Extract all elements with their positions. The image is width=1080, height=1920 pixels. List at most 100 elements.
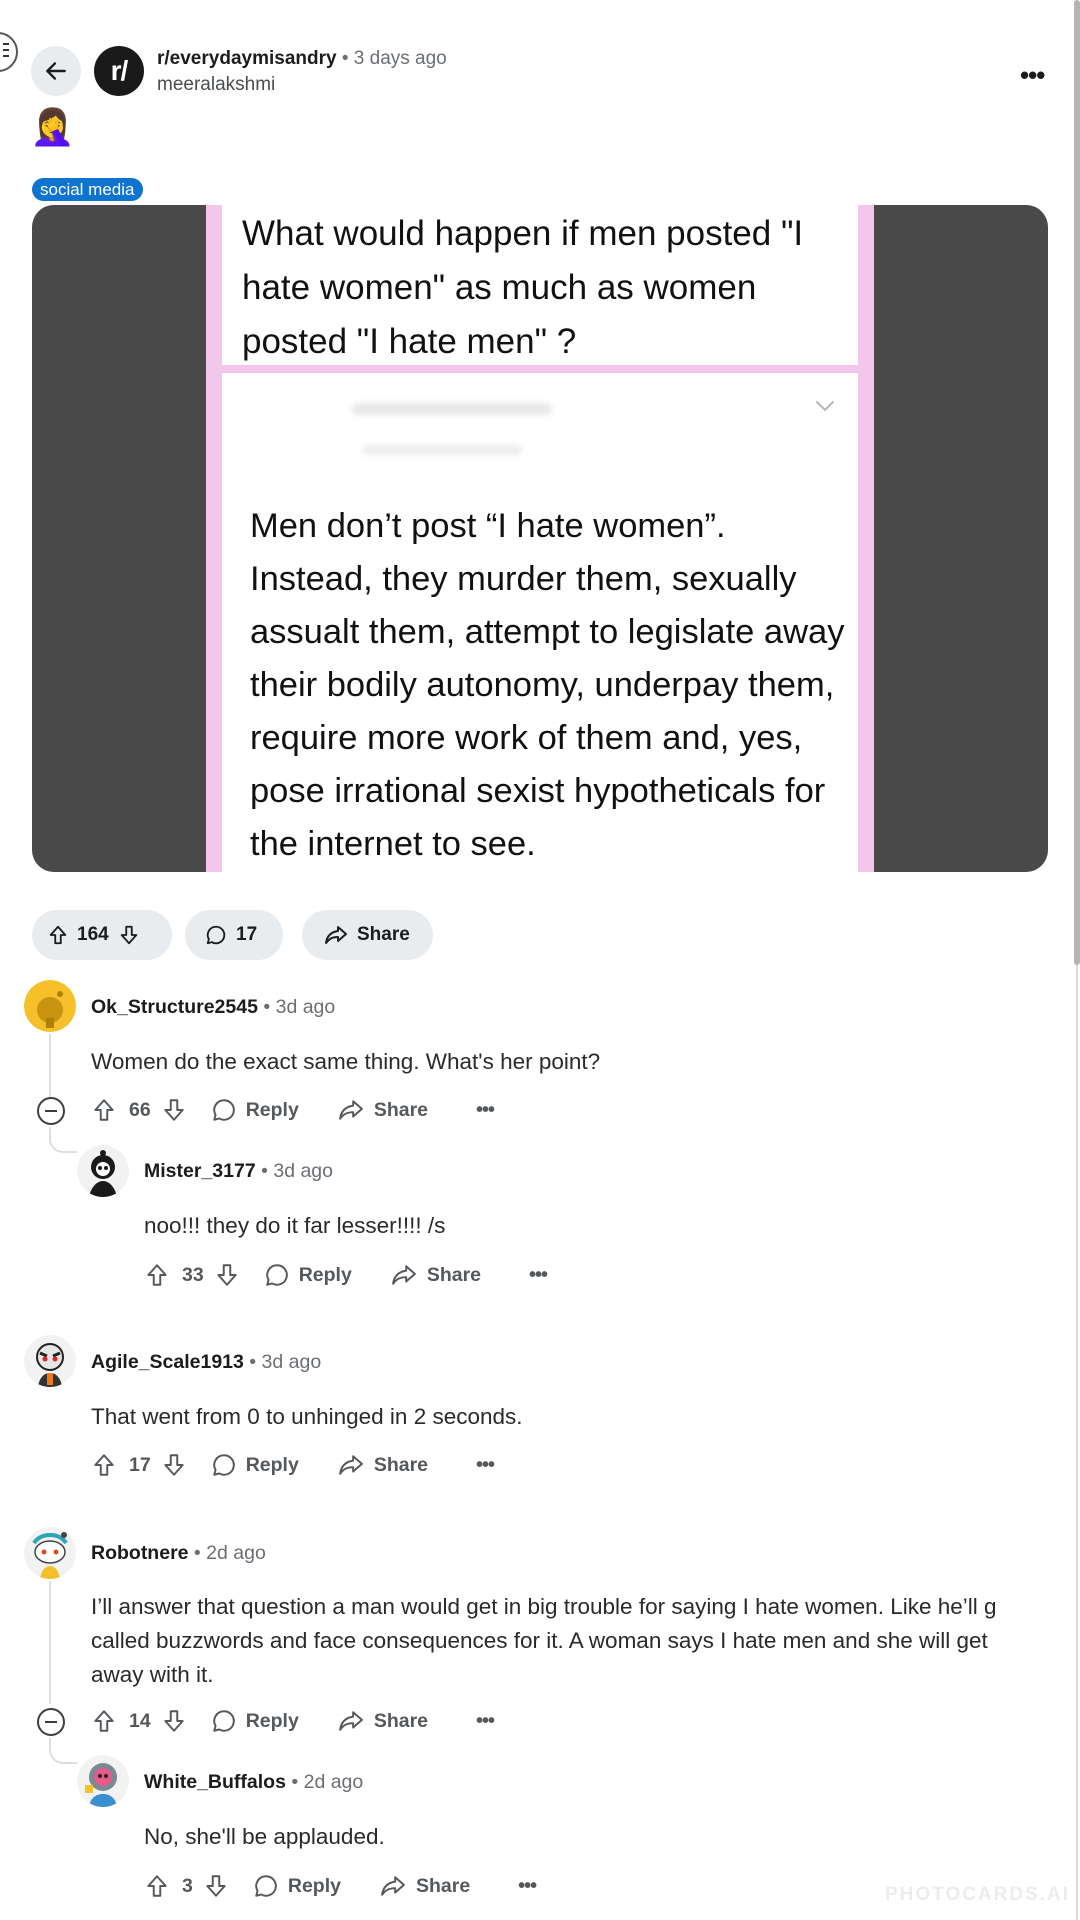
downvote-icon[interactable] — [161, 1452, 187, 1478]
blurred-subtitle — [362, 445, 522, 455]
comment-username[interactable]: Robotnere — [91, 1542, 189, 1564]
comment-username[interactable]: White_Buffalos — [144, 1771, 286, 1793]
share-button[interactable]: Share — [390, 1263, 481, 1287]
reply-label: Reply — [245, 1453, 299, 1476]
separator-dot: • — [249, 1351, 257, 1373]
upvote-icon[interactable] — [91, 1097, 117, 1123]
more-icon[interactable]: ••• — [476, 1454, 495, 1477]
scrollbar-track[interactable] — [1076, 965, 1078, 1920]
thread-branch — [49, 1127, 77, 1153]
comment-body: I’ll answer that question a man would ge… — [91, 1590, 1076, 1692]
comment-actions: 14 Reply Share ••• — [91, 1708, 495, 1734]
share-label: Share — [415, 1874, 471, 1897]
avatar[interactable] — [77, 1145, 129, 1197]
reply-button[interactable]: Reply — [264, 1262, 352, 1288]
collapse-icon[interactable] — [37, 1097, 65, 1125]
more-icon[interactable]: ••• — [529, 1264, 548, 1287]
more-icon[interactable]: ••• — [476, 1710, 495, 1733]
comment-icon — [264, 1262, 290, 1288]
thread-branch — [49, 1738, 77, 1764]
subreddit-name[interactable]: r/everydaymisandry — [157, 48, 337, 69]
post-vote-pill: 164 — [32, 910, 172, 960]
avatar[interactable] — [24, 980, 76, 1032]
more-icon[interactable]: ••• — [518, 1875, 537, 1898]
avatar[interactable] — [77, 1755, 129, 1807]
share-icon — [337, 1098, 365, 1122]
back-button[interactable] — [31, 46, 81, 96]
comment-time: 2d ago — [303, 1771, 364, 1793]
share-button[interactable]: Share — [337, 1709, 428, 1733]
share-button[interactable]: Share — [337, 1098, 428, 1122]
share-label: Share — [373, 1098, 429, 1121]
comment-username[interactable]: Mister_3177 — [144, 1160, 256, 1182]
menu-icon — [3, 43, 9, 45]
comment-body-line: called buzzwords and face consequences f… — [91, 1628, 988, 1653]
downvote-icon[interactable] — [161, 1097, 187, 1123]
upvote-icon[interactable] — [91, 1708, 117, 1734]
share-label: Share — [373, 1709, 429, 1732]
upvote-icon[interactable] — [91, 1452, 117, 1478]
subreddit-line: r/everydaymisandry • 3 days ago — [157, 48, 447, 70]
post-comment-count: 17 — [236, 924, 258, 945]
subreddit-avatar[interactable]: r/ — [94, 46, 144, 96]
chevron-down-icon — [814, 399, 836, 413]
post-comments-button[interactable]: 17 — [185, 910, 283, 960]
image-answer-text: Men don’t post “I hate women”. Instead, … — [250, 507, 845, 863]
thread-line — [49, 1034, 51, 1104]
share-icon — [390, 1263, 418, 1287]
comment-icon — [211, 1708, 237, 1734]
side-menu-button[interactable] — [0, 32, 18, 72]
separator-dot: • — [291, 1771, 299, 1793]
share-button[interactable]: Share — [379, 1874, 470, 1898]
post-share-label: Share — [357, 924, 410, 945]
collapse-icon[interactable] — [37, 1708, 65, 1736]
upvote-icon[interactable] — [47, 924, 69, 946]
post-more-button[interactable]: ••• — [1020, 60, 1045, 91]
upvote-icon[interactable] — [144, 1262, 170, 1288]
comment-body: Women do the exact same thing. What's he… — [91, 1049, 601, 1074]
comment-username[interactable]: Ok_Structure2545 — [91, 996, 258, 1018]
avatar[interactable] — [24, 1335, 76, 1387]
reply-button[interactable]: Reply — [253, 1873, 341, 1899]
upvote-icon[interactable] — [144, 1873, 170, 1899]
share-label: Share — [426, 1263, 482, 1286]
watermark: PHOTOCARDS.AI — [885, 1884, 1071, 1905]
post-image[interactable]: What would happen if men posted "I hate … — [32, 205, 1048, 872]
post-flair[interactable]: social media — [32, 178, 143, 201]
comment-icon — [253, 1873, 279, 1899]
separator-dot: • — [193, 1542, 201, 1564]
comment-score: 3 — [182, 1874, 193, 1897]
separator-dot: • — [341, 48, 349, 69]
comment-score: 33 — [182, 1263, 204, 1286]
comment-body: That went from 0 to unhinged in 2 second… — [91, 1404, 523, 1429]
share-icon — [337, 1453, 365, 1477]
downvote-icon[interactable] — [161, 1708, 187, 1734]
scrollbar-thumb[interactable] — [1074, 0, 1080, 965]
downvote-icon[interactable] — [203, 1873, 229, 1899]
comment-score: 14 — [129, 1709, 151, 1732]
comment-time: 3d ago — [273, 1160, 333, 1182]
share-label: Share — [373, 1453, 429, 1476]
comment-actions: 33 Reply Share ••• — [144, 1262, 548, 1288]
comment-score: 17 — [129, 1453, 151, 1476]
more-icon[interactable]: ••• — [476, 1099, 495, 1122]
reply-label: Reply — [245, 1098, 299, 1121]
reply-button[interactable]: Reply — [211, 1097, 299, 1123]
downvote-icon[interactable] — [118, 924, 140, 946]
comment-actions: 3 Reply Share ••• — [144, 1873, 537, 1899]
reply-label: Reply — [245, 1709, 299, 1732]
reply-label: Reply — [287, 1874, 341, 1897]
back-arrow-icon — [43, 58, 69, 84]
downvote-icon[interactable] — [214, 1262, 240, 1288]
reply-button[interactable]: Reply — [211, 1452, 299, 1478]
blurred-username — [352, 403, 552, 415]
comment-body: noo!!! they do it far lesser!!!! /s — [144, 1213, 446, 1238]
avatar[interactable] — [24, 1527, 76, 1579]
reply-button[interactable]: Reply — [211, 1708, 299, 1734]
post-author[interactable]: meeralakshmi — [157, 74, 275, 96]
comment-icon — [211, 1097, 237, 1123]
post-time: 3 days ago — [353, 48, 447, 69]
comment-username[interactable]: Agile_Scale1913 — [91, 1351, 244, 1373]
share-button[interactable]: Share — [337, 1453, 428, 1477]
post-share-button[interactable]: Share — [302, 910, 433, 960]
